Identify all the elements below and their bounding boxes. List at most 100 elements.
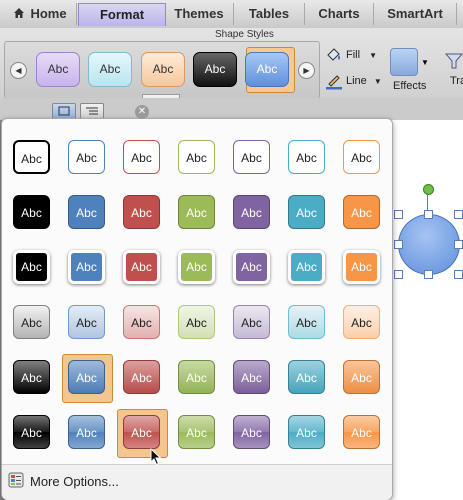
style-swatch[interactable]: Abc xyxy=(343,140,380,174)
tab-tables[interactable]: Tables xyxy=(234,3,305,25)
close-icon[interactable]: ✕ xyxy=(135,105,149,119)
chevron-down-icon: ▼ xyxy=(369,51,378,60)
style-swatch[interactable]: Abc xyxy=(178,360,215,394)
transparency-label: Tra xyxy=(450,75,463,87)
style-swatch[interactable]: Abc xyxy=(13,415,50,449)
line-label: Line xyxy=(346,75,367,87)
style-swatch[interactable]: Abc xyxy=(123,250,160,284)
style-swatch[interactable]: Abc xyxy=(178,250,215,284)
tab-format[interactable]: Format xyxy=(78,3,166,26)
resize-handle[interactable] xyxy=(454,210,463,219)
view-toolbar xyxy=(0,98,463,120)
ribbon-panel: Shape Styles ◀ Abc Abc Abc Abc Abc ▶ Fill ▼ … xyxy=(0,28,463,99)
style-swatch[interactable]: Abc xyxy=(233,415,270,449)
style-swatch[interactable]: Abc xyxy=(13,360,50,394)
style-swatch[interactable]: Abc xyxy=(233,250,270,284)
style-swatch[interactable]: Abc xyxy=(233,140,270,174)
shape-styles-gallery: Abc Abc Abc Abc Abc Abc Abc Abc Abc Abc Abc Abc Abc A… xyxy=(1,118,393,500)
ribbon-tab-bar: Home Format Themes Tables Charts SmartAr… xyxy=(0,0,463,29)
style-swatch[interactable]: Abc xyxy=(68,140,105,174)
style-swatch[interactable]: Abc xyxy=(288,140,325,174)
outline-view-button[interactable] xyxy=(80,103,104,119)
style-swatch[interactable]: Abc xyxy=(123,140,160,174)
fill-icon[interactable] xyxy=(325,47,343,63)
style-swatch[interactable]: Abc xyxy=(178,195,215,229)
style-swatch[interactable]: Abc xyxy=(343,195,380,229)
style-swatch[interactable]: Abc xyxy=(68,360,105,394)
style-swatch[interactable]: Abc xyxy=(178,415,215,449)
scroll-left-button[interactable]: ◀ xyxy=(10,62,27,79)
fill-button[interactable]: Fill ▼ xyxy=(346,49,377,61)
effects-label: Effects xyxy=(393,80,427,92)
effects-button[interactable] xyxy=(390,48,418,76)
style-swatch[interactable]: Abc xyxy=(178,305,215,339)
tab-label: Format xyxy=(99,7,145,22)
document-canvas[interactable] xyxy=(386,120,463,500)
resize-handle[interactable] xyxy=(454,240,463,249)
home-icon xyxy=(14,8,25,18)
style-swatch[interactable]: Abc xyxy=(13,140,50,174)
line-icon[interactable] xyxy=(325,72,343,90)
style-swatch[interactable]: Abc xyxy=(68,415,105,449)
tab-label: Home xyxy=(30,6,67,21)
resize-handle[interactable] xyxy=(394,240,403,249)
style-swatch[interactable]: Abc xyxy=(233,305,270,339)
style-swatch[interactable]: Abc xyxy=(343,415,380,449)
style-swatch[interactable]: Abc xyxy=(233,360,270,394)
resize-handle[interactable] xyxy=(424,270,433,279)
ribbon-style-swatch[interactable]: Abc xyxy=(193,52,237,87)
chevron-down-icon: ▼ xyxy=(373,77,382,86)
layout-view-button[interactable] xyxy=(52,103,76,119)
style-swatch[interactable]: Abc xyxy=(68,305,105,339)
style-swatch[interactable]: Abc xyxy=(343,360,380,394)
style-swatch[interactable]: Abc xyxy=(68,250,105,284)
style-swatch[interactable]: Abc xyxy=(13,195,50,229)
ribbon-style-swatch[interactable]: Abc xyxy=(36,52,80,87)
style-swatch[interactable]: Abc xyxy=(288,195,325,229)
tab-charts[interactable]: Charts xyxy=(305,3,374,25)
style-swatch[interactable]: Abc xyxy=(68,195,105,229)
fill-label: Fill xyxy=(346,49,361,61)
style-swatch[interactable]: Abc xyxy=(288,250,325,284)
more-options-button[interactable]: More Options... xyxy=(2,464,392,500)
tab-label: Charts xyxy=(318,6,360,21)
style-swatch[interactable]: Abc xyxy=(288,305,325,339)
style-swatch[interactable]: Abc xyxy=(123,360,160,394)
tab-smartart[interactable]: SmartArt xyxy=(374,3,457,25)
style-swatch[interactable]: Abc xyxy=(233,195,270,229)
style-swatch[interactable]: Abc xyxy=(288,415,325,449)
resize-handle[interactable] xyxy=(394,210,403,219)
style-swatch[interactable]: Abc xyxy=(13,250,50,284)
transparency-icon[interactable] xyxy=(444,52,463,70)
style-swatch[interactable]: Abc xyxy=(123,195,160,229)
ribbon-style-swatch[interactable]: Abc xyxy=(88,52,132,87)
scroll-right-button[interactable]: ▶ xyxy=(298,62,315,79)
style-swatch[interactable]: Abc xyxy=(123,305,160,339)
format-options-icon xyxy=(8,472,24,488)
tab-label: Themes xyxy=(174,6,224,21)
resize-handle[interactable] xyxy=(424,210,433,219)
tab-themes[interactable]: Themes xyxy=(165,3,234,25)
chevron-down-icon: ▼ xyxy=(421,58,429,67)
rotation-handle[interactable] xyxy=(423,184,434,195)
outline-view-icon xyxy=(86,107,98,115)
ribbon-style-swatch[interactable]: Abc xyxy=(245,52,289,87)
circle-shape[interactable] xyxy=(398,214,460,275)
style-swatch[interactable]: Abc xyxy=(123,415,160,449)
ribbon-style-swatch[interactable]: Abc xyxy=(141,52,185,87)
resize-handle[interactable] xyxy=(394,270,403,279)
layout-view-icon xyxy=(58,106,70,116)
style-swatch[interactable]: Abc xyxy=(343,305,380,339)
tab-home[interactable]: Home xyxy=(4,3,77,25)
more-options-label: More Options... xyxy=(30,474,119,489)
shape-styles-box: ◀ Abc Abc Abc Abc Abc ▶ xyxy=(4,41,320,99)
group-title: Shape Styles xyxy=(215,29,274,40)
line-button[interactable]: Line ▼ xyxy=(346,75,382,87)
style-swatch[interactable]: Abc xyxy=(13,305,50,339)
style-swatch[interactable]: Abc xyxy=(343,250,380,284)
resize-handle[interactable] xyxy=(454,270,463,279)
mouse-cursor-icon xyxy=(150,448,162,466)
tab-label: Tables xyxy=(248,6,290,21)
style-swatch[interactable]: Abc xyxy=(288,360,325,394)
style-swatch[interactable]: Abc xyxy=(178,140,215,174)
